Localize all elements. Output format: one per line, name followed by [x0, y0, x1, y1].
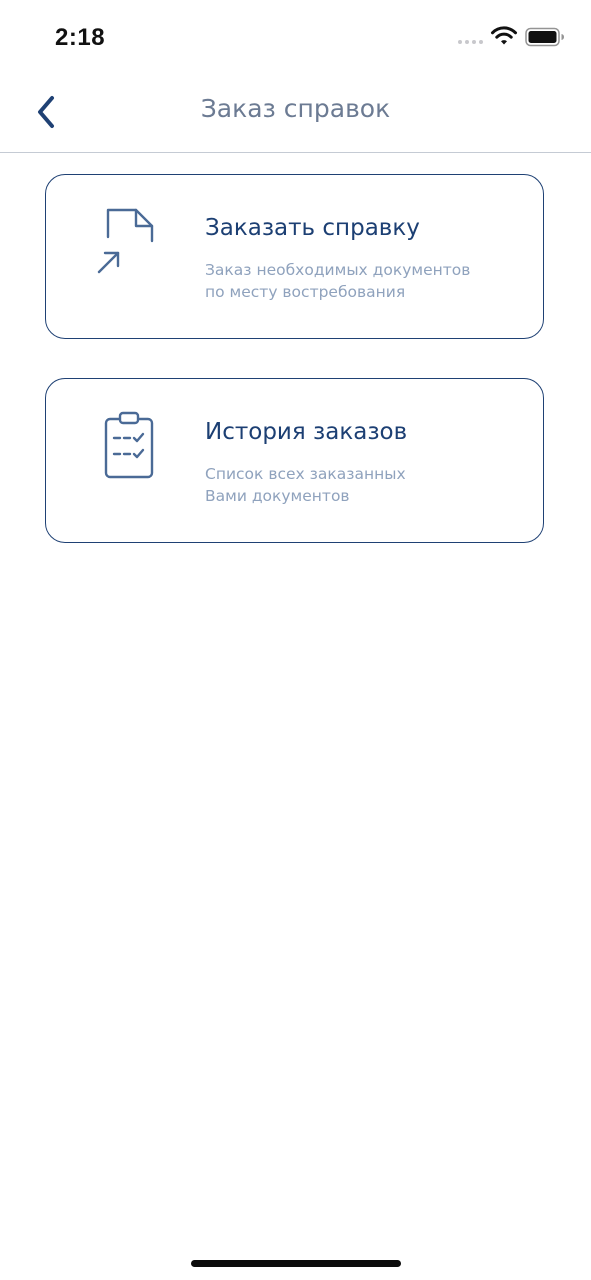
- page-title: Заказ справок: [200, 94, 391, 123]
- card-description-line: Вами документов: [205, 487, 350, 505]
- status-bar: 2:18: [0, 0, 591, 76]
- wifi-icon: [490, 25, 518, 47]
- card-description: Заказ необходимых документов по месту во…: [205, 259, 470, 303]
- nav-bar: Заказ справок: [0, 76, 591, 153]
- home-indicator[interactable]: [191, 1260, 401, 1267]
- clipboard-checklist-icon: [96, 411, 160, 483]
- status-time: 2:18: [55, 24, 106, 51]
- document-arrow-icon: [96, 207, 160, 279]
- card-description: Список всех заказанных Вами документов: [205, 463, 406, 507]
- order-history-card[interactable]: История заказов Список всех заказанных В…: [45, 378, 544, 543]
- battery-icon: [525, 27, 565, 47]
- order-certificate-card[interactable]: Заказать справку Заказ необходимых докум…: [45, 174, 544, 339]
- card-description-line: по месту востребования: [205, 283, 406, 301]
- card-title: Заказать справку: [205, 215, 420, 241]
- card-description-line: Заказ необходимых документов: [205, 261, 471, 279]
- card-description-line: Список всех заказанных: [205, 465, 406, 483]
- signal-dots-icon: [458, 40, 483, 44]
- card-title: История заказов: [205, 419, 408, 445]
